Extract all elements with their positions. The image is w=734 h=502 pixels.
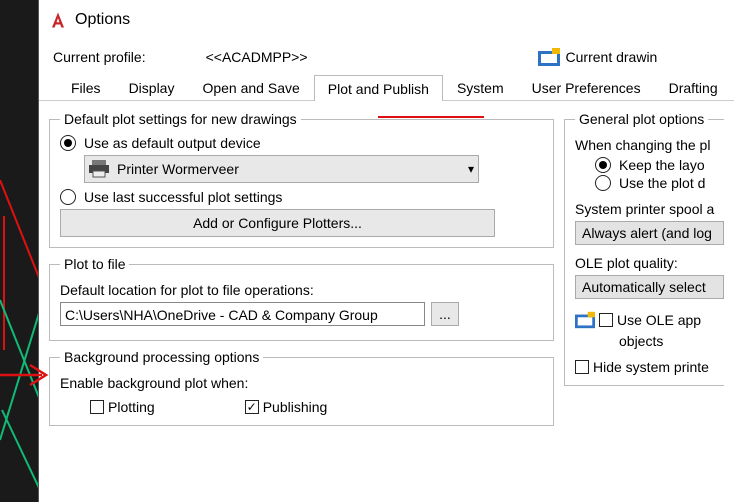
printer-icon <box>89 160 109 178</box>
radio-icon <box>60 189 76 205</box>
ole-quality-value: Automatically select <box>582 279 706 295</box>
ole-quality-select[interactable]: Automatically select <box>575 275 724 299</box>
radio-label: Use last successful plot settings <box>84 189 282 205</box>
right-column: General plot options When changing the p… <box>564 111 724 434</box>
spool-alert-value: Always alert (and log <box>582 225 712 241</box>
checkbox-publishing[interactable]: Publishing <box>245 399 328 415</box>
radio-label: Use the plot d <box>619 175 705 191</box>
ole-quality-label: OLE plot quality: <box>575 255 724 271</box>
checkbox-label: Use OLE app <box>617 312 701 328</box>
tab-files[interactable]: Files <box>57 74 115 100</box>
checkbox-icon <box>90 400 104 414</box>
checkbox-hide-system-printers[interactable]: Hide system printe <box>575 359 724 375</box>
add-configure-plotters-button[interactable]: Add or Configure Plotters... <box>60 209 495 237</box>
radio-icon <box>60 135 76 151</box>
tab-open-and-save[interactable]: Open and Save <box>188 74 313 100</box>
printer-select-value: Printer Wormerveer <box>117 161 468 177</box>
change-plot-label: When changing the pl <box>575 137 724 153</box>
tab-underline-annotation <box>378 116 484 118</box>
radio-label: Use as default output device <box>84 135 261 151</box>
radio-default-output-device[interactable]: Use as default output device <box>60 135 543 151</box>
checkbox-icon <box>575 360 589 374</box>
tab-drafting[interactable]: Drafting <box>655 74 732 100</box>
checkbox-plotting[interactable]: Plotting <box>90 399 155 415</box>
spool-alert-select[interactable]: Always alert (and log <box>575 221 724 245</box>
radio-label: Keep the layo <box>619 157 705 173</box>
drawing-file-icon <box>538 48 560 66</box>
radio-icon <box>595 157 611 173</box>
group-legend: General plot options <box>575 111 708 127</box>
checkbox-label: Plotting <box>108 399 155 415</box>
group-general-plot-options: General plot options When changing the p… <box>564 111 724 386</box>
current-profile-value: <<ACADMPP>> <box>206 49 308 65</box>
app-logo-icon <box>49 11 67 29</box>
tabstrip: Files Display Open and Save Plot and Pub… <box>39 74 734 101</box>
tab-user-preferences[interactable]: User Preferences <box>518 74 655 100</box>
ole-icon <box>575 311 595 329</box>
radio-use-plot-device[interactable]: Use the plot d <box>595 175 724 191</box>
browse-button[interactable]: ... <box>431 302 459 326</box>
options-window: Options Current profile: <<ACADMPP>> Cur… <box>38 0 734 502</box>
plot-file-path-input[interactable]: C:\Users\NHA\OneDrive - CAD & Company Gr… <box>60 302 425 326</box>
group-background-processing: Background processing options Enable bac… <box>49 349 554 426</box>
group-plot-to-file: Plot to file Default location for plot t… <box>49 256 554 341</box>
chevron-down-icon: ▾ <box>468 162 474 176</box>
tab-plot-and-publish[interactable]: Plot and Publish <box>314 75 443 101</box>
checkbox-label: Publishing <box>263 399 328 415</box>
radio-use-last-successful[interactable]: Use last successful plot settings <box>60 189 543 205</box>
spool-alert-label: System printer spool a <box>575 201 724 217</box>
current-drawing-label: Current drawin <box>566 49 658 65</box>
group-legend: Plot to file <box>60 256 129 272</box>
titlebar: Options <box>39 0 734 34</box>
checkbox-icon <box>599 313 613 327</box>
checkbox-use-ole-app[interactable]: Use OLE app <box>575 311 724 329</box>
group-legend: Background processing options <box>60 349 263 365</box>
radio-keep-layout[interactable]: Keep the layo <box>595 157 724 173</box>
enable-bg-plot-label: Enable background plot when: <box>60 375 543 391</box>
radio-icon <box>595 175 611 191</box>
checkbox-label: Hide system printe <box>593 359 709 375</box>
content-area: Default plot settings for new drawings U… <box>39 101 734 434</box>
plot-to-file-label: Default location for plot to file operat… <box>60 282 543 298</box>
printer-select[interactable]: Printer Wormerveer ▾ <box>84 155 479 183</box>
checkbox-icon <box>245 400 259 414</box>
ole-objects-extra-label: objects <box>619 333 724 349</box>
tab-system[interactable]: System <box>443 74 518 100</box>
profile-row: Current profile: <<ACADMPP>> Current dra… <box>39 34 734 74</box>
left-column: Default plot settings for new drawings U… <box>49 111 564 434</box>
group-legend: Default plot settings for new drawings <box>60 111 301 127</box>
tab-display[interactable]: Display <box>115 74 189 100</box>
window-title: Options <box>75 11 130 29</box>
current-profile-label: Current profile: <box>53 49 146 65</box>
group-default-plot-settings: Default plot settings for new drawings U… <box>49 111 554 248</box>
